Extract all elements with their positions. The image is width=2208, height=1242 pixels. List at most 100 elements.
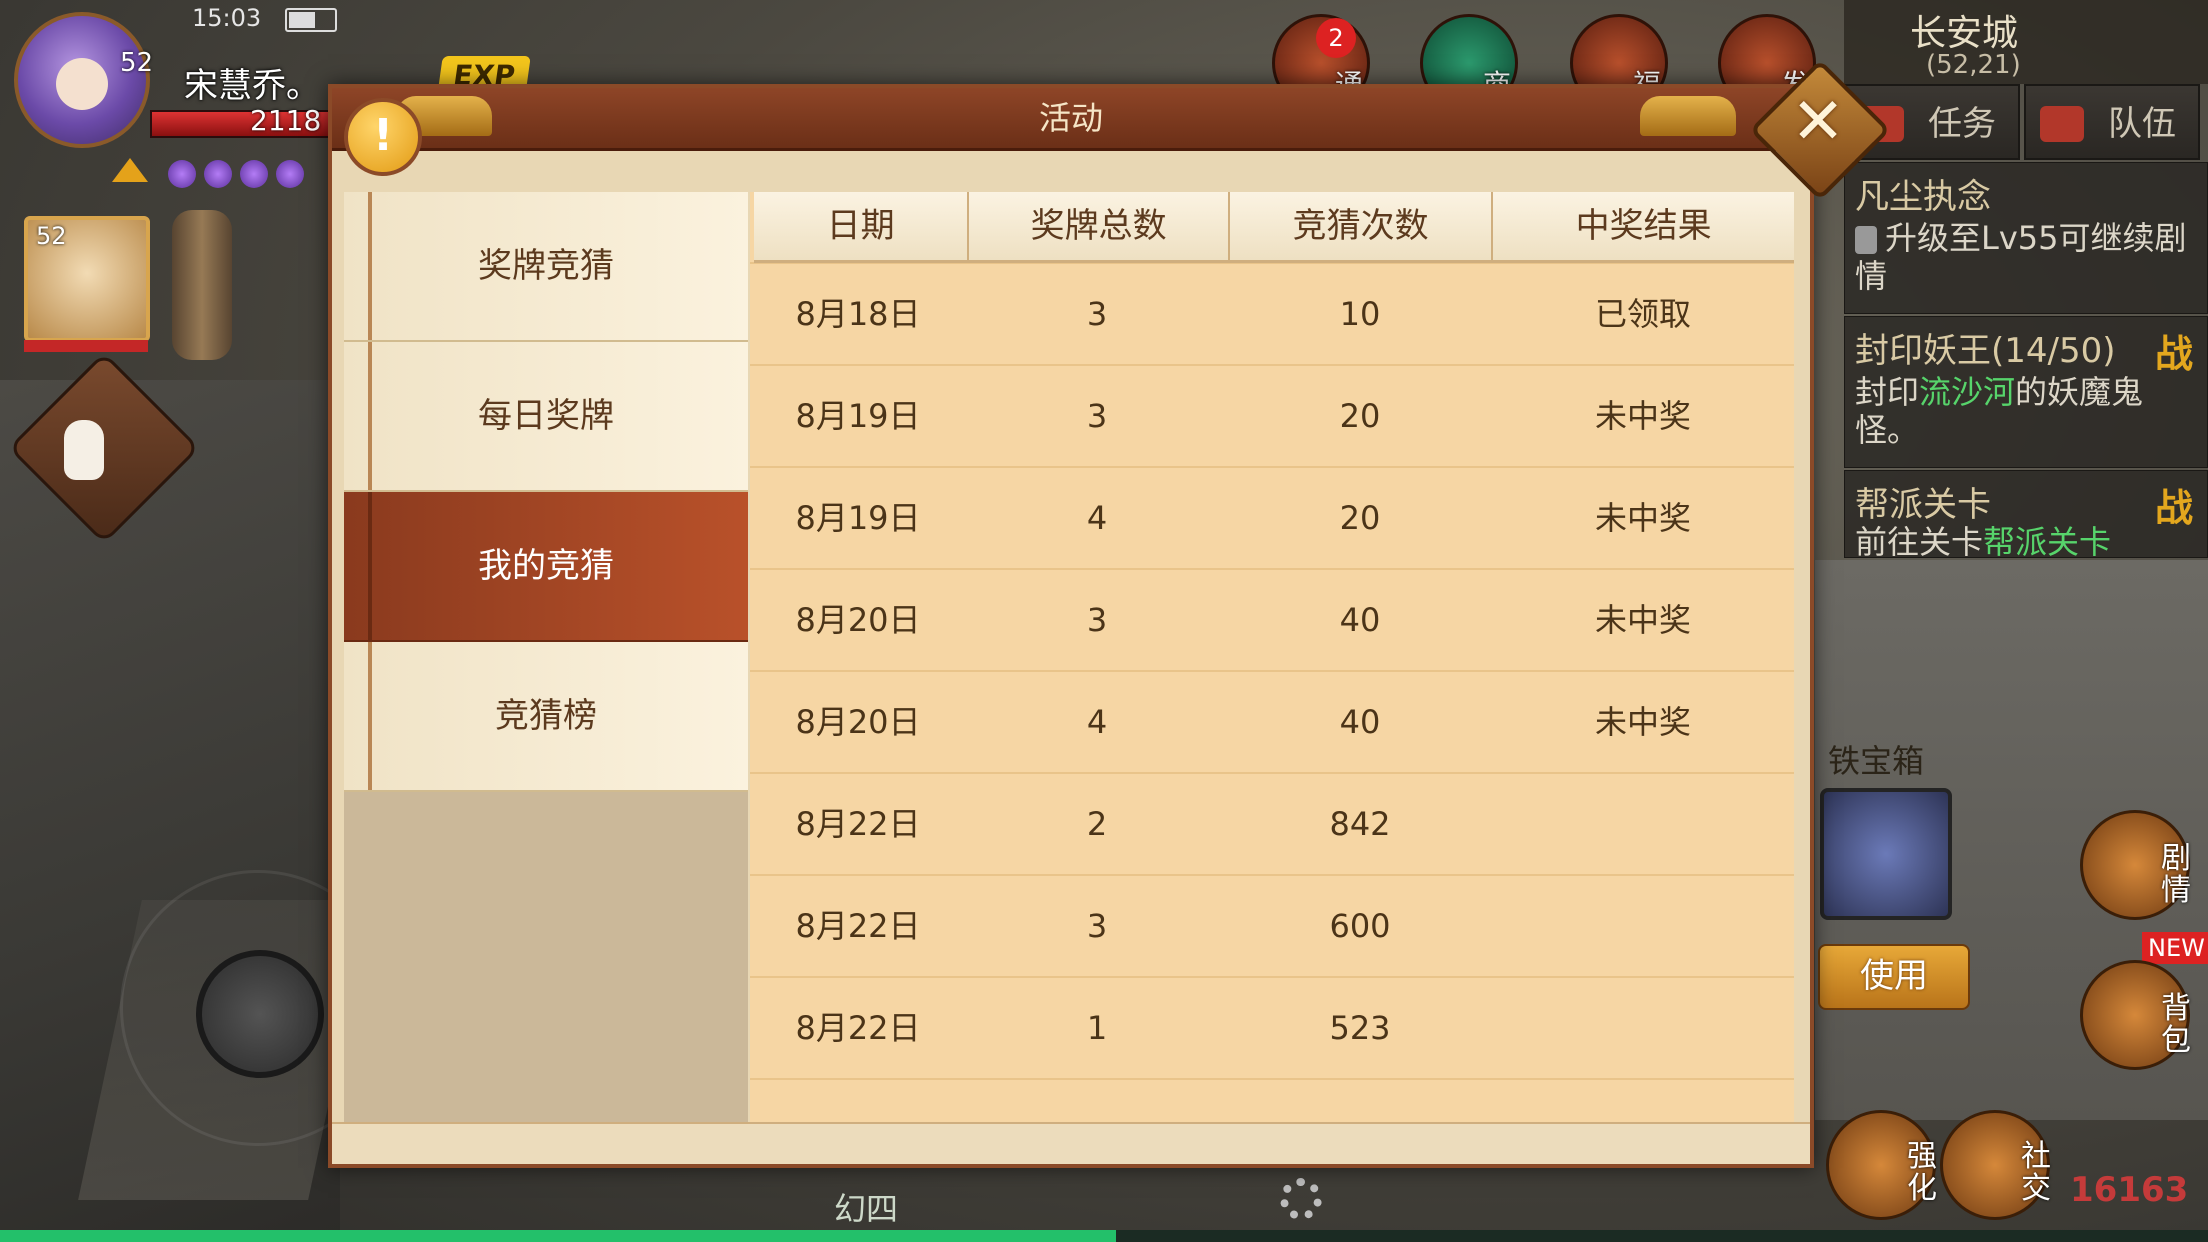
- cell-guess-count: 523: [1329, 1009, 1391, 1047]
- cell-date: 8月20日: [795, 601, 921, 639]
- table-header: 日期 奖牌总数 竞猜次数 中奖结果: [754, 192, 1794, 263]
- minimap-header[interactable]: [1844, 0, 2208, 84]
- use-button[interactable]: 使用: [1818, 944, 1970, 1010]
- status-time: 15:03: [192, 4, 262, 32]
- team-flag-icon: [2040, 106, 2084, 142]
- guess-history-table[interactable]: 日期 奖牌总数 竞猜次数 中奖结果 8月17日310未中奖8月18日310已领取…: [750, 192, 1794, 1122]
- hp-value: 2118: [250, 104, 322, 137]
- task-tab-label: 任务: [1928, 104, 1996, 144]
- quest-desc-before: 封印: [1855, 373, 1920, 411]
- column-header-guess-count: 竞猜次数: [1230, 192, 1494, 260]
- cell-medal-total: 4: [1086, 703, 1108, 741]
- watermark: 16163: [2070, 1170, 2189, 1210]
- social-label: 社交: [2021, 1139, 2051, 1206]
- team-tab-label: 队伍: [2108, 104, 2176, 144]
- cell-medal-total: 4: [1086, 499, 1108, 537]
- cell-medal-total: 1: [1086, 1009, 1108, 1047]
- menu-item-daily-medals[interactable]: 每日奖牌: [344, 342, 748, 492]
- city-name: 长安城: [1910, 13, 2019, 54]
- quest-tracker: 凡尘执念 升级至Lv55可继续剧情 封印妖王(14/50) 战 封印流沙河的妖魔…: [1844, 162, 2208, 558]
- quest-location-link[interactable]: 流沙河: [1919, 373, 2015, 411]
- battery-icon: [285, 8, 337, 32]
- story-button[interactable]: 剧情: [2080, 810, 2191, 920]
- player-avatar[interactable]: [14, 12, 150, 148]
- social-button[interactable]: 社交: [1940, 1110, 2051, 1220]
- cell-medal-total: 3: [1086, 397, 1108, 435]
- battle-icon[interactable]: 战: [2155, 323, 2193, 378]
- gear-icon[interactable]: [1280, 1178, 1322, 1220]
- alert-icon: !: [344, 98, 422, 176]
- avatar-face: [56, 58, 108, 110]
- table-row: 8月19日 4 20 未中奖: [750, 468, 1794, 570]
- quest-desc: 封印流沙河的妖魔鬼怪。: [1855, 373, 2195, 449]
- player-name: 宋慧乔。: [184, 66, 320, 106]
- buff-icon: [204, 160, 232, 188]
- cell-guess-count: 600: [1329, 907, 1391, 945]
- cell-result: 未中奖: [1594, 499, 1691, 537]
- quest-item[interactable]: 封印妖王(14/50) 战 封印流沙河的妖魔鬼怪。: [1844, 316, 2208, 468]
- cell-result: [1492, 876, 1794, 976]
- table-body: 8月17日310未中奖8月18日310已领取8月19日320未中奖8月19日42…: [750, 192, 1794, 1080]
- cell-result: 未中奖: [1594, 397, 1691, 435]
- chest-label: 铁宝箱: [1828, 742, 1925, 780]
- quest-desc: 升级至Lv55可继续剧情: [1855, 219, 2195, 295]
- quest-desc: 前往关卡帮派关卡: [1855, 523, 2111, 558]
- bag-button[interactable]: 背包: [2080, 960, 2191, 1070]
- quest-item[interactable]: 帮派关卡 战 前往关卡帮派关卡: [1844, 470, 2208, 558]
- exp-progress-bar: [0, 1230, 2208, 1242]
- buff-icon: [168, 160, 196, 188]
- cell-date: 8月19日: [795, 397, 921, 435]
- joystick-knob[interactable]: [196, 950, 324, 1078]
- quest-title: 封印妖王(14/50): [1855, 331, 2116, 371]
- table-row: 8月22日 1 523: [750, 978, 1794, 1080]
- scroll-icon[interactable]: [172, 210, 232, 360]
- menu-item-guess-ranking[interactable]: 竞猜榜: [344, 642, 748, 792]
- close-icon[interactable]: ✕: [1782, 86, 1854, 158]
- cell-result: 已领取: [1594, 295, 1691, 333]
- table-row: 8月22日 3 600: [750, 876, 1794, 978]
- quest-desc-text: 升级至Lv55可继续剧情: [1855, 219, 2187, 295]
- city-coords: (52,21): [1926, 50, 2021, 80]
- table-row: 8月20日 3 40 未中奖: [750, 570, 1794, 672]
- team-tab[interactable]: 队伍: [2024, 84, 2200, 160]
- cell-date: 8月20日: [795, 703, 921, 741]
- cell-date: 8月22日: [795, 805, 921, 843]
- cell-result: [1492, 774, 1794, 874]
- player-level: 52: [120, 48, 154, 78]
- story-label: 剧情: [2161, 841, 2191, 908]
- quest-desc-before: 前往关卡: [1855, 523, 1984, 558]
- quest-location-link[interactable]: 帮派关卡: [1983, 523, 2111, 557]
- lock-icon: [1855, 226, 1877, 254]
- cell-result: 未中奖: [1594, 601, 1691, 639]
- cell-result: 未中奖: [1594, 703, 1691, 741]
- table-row: 8月19日 3 20 未中奖: [750, 366, 1794, 468]
- table-row: 8月22日 2 842: [750, 774, 1794, 876]
- treasure-chest-icon[interactable]: [1820, 788, 1952, 920]
- menu-item-my-guesses[interactable]: 我的竞猜: [344, 492, 748, 642]
- dialog-side-menu: 奖牌竞猜 每日奖牌 我的竞猜 竞猜榜: [344, 192, 748, 1122]
- quest-item[interactable]: 凡尘执念 升级至Lv55可继续剧情: [1844, 162, 2208, 314]
- cell-guess-count: 20: [1339, 499, 1381, 537]
- cell-date: 8月19日: [795, 499, 921, 537]
- cell-guess-count: 10: [1339, 295, 1381, 333]
- cell-guess-count: 40: [1339, 601, 1381, 639]
- battle-icon[interactable]: 战: [2155, 477, 2193, 532]
- cell-medal-total: 3: [1086, 601, 1108, 639]
- cell-medal-total: 3: [1086, 907, 1108, 945]
- dialog-title: 活动: [1038, 99, 1103, 137]
- pet-level: 52: [36, 222, 67, 250]
- right-horn-ornament: [1640, 96, 1736, 136]
- dialog-footer: [332, 1122, 1810, 1164]
- enhance-button[interactable]: 强化: [1826, 1110, 1937, 1220]
- exp-progress-fill: [0, 1230, 1116, 1242]
- cell-result: [1492, 978, 1794, 1078]
- buff-icons: [168, 160, 312, 192]
- column-header-result: 中奖结果: [1493, 192, 1794, 260]
- buff-icon: [240, 160, 268, 188]
- cell-medal-total: 3: [1086, 295, 1108, 333]
- level-up-arrow-icon: [112, 158, 148, 182]
- cell-date: 8月22日: [795, 907, 921, 945]
- menu-item-medal-guess[interactable]: 奖牌竞猜: [344, 192, 748, 342]
- cell-medal-total: 2: [1086, 805, 1108, 843]
- cell-date: 8月22日: [795, 1009, 921, 1047]
